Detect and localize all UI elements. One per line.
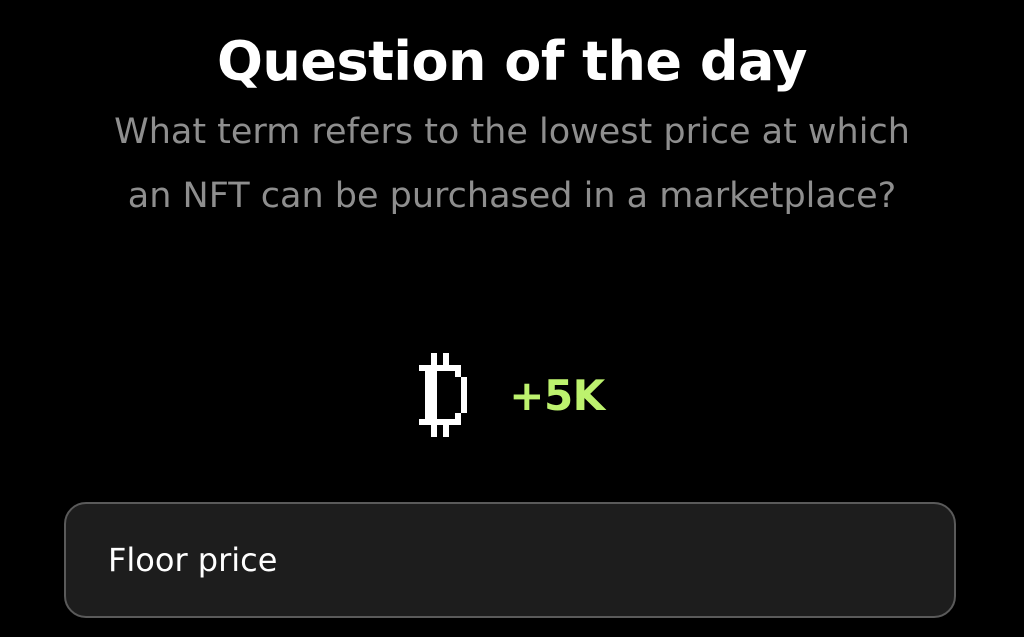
reward-amount: +5K [509, 370, 605, 420]
answer-option-label: Floor price [108, 541, 278, 579]
answer-option-floor-price[interactable]: Floor price [64, 502, 956, 618]
reward-row: +5K [0, 350, 1024, 440]
question-text: What term refers to the lowest price at … [114, 112, 910, 216]
page-title: Question of the day [217, 30, 807, 93]
pixel-coin-icon [419, 353, 468, 437]
